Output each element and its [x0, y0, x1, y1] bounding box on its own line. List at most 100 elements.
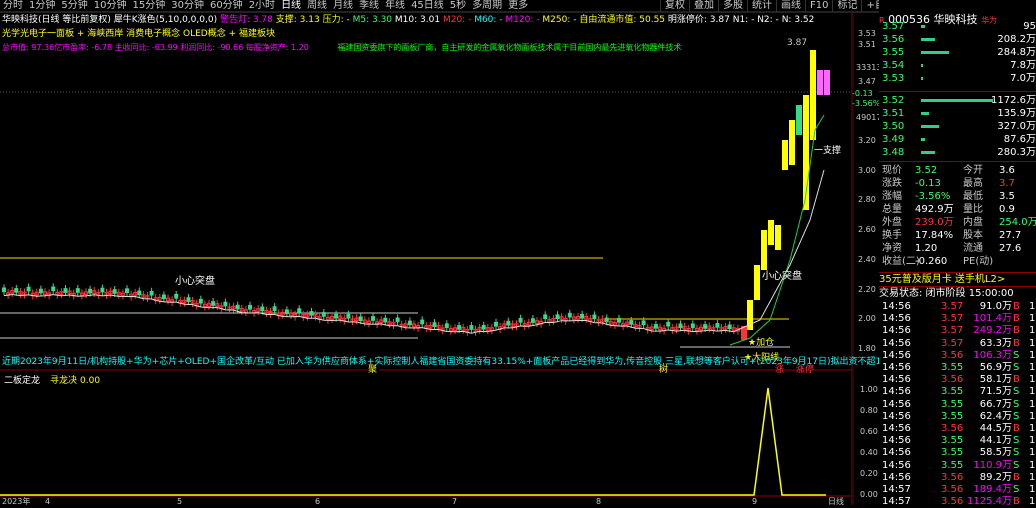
tick-price: 3.57 [941, 301, 964, 312]
bid-volume: 1172.6万 [991, 95, 1036, 106]
tick-volume: 1125.4万 [967, 496, 1012, 508]
tick-count: 1 [1029, 484, 1036, 495]
label-xiaoxin-1: 小心突盘 [175, 274, 215, 287]
stat-value: 3.5 [999, 191, 1015, 202]
tick-direction: B [1013, 423, 1020, 434]
bid-row: 3.52 1172.6万 [879, 94, 1036, 107]
indicator-name: 犀牛K涨色(5,10,0,0,0,0) [113, 15, 218, 25]
x-axis-label: 9 [752, 497, 757, 505]
axis-pct: -0.13 [852, 89, 873, 98]
candle-body [321, 312, 326, 317]
tab-period[interactable]: 30分钟 [168, 0, 207, 12]
tick-time: 14:56 [882, 459, 911, 471]
kline-chart[interactable]: 小心突盘 小心突盘 一支撑 ★加仓 ★大阳线 3.87 聚 树 涨 涨停 近期2… [0, 0, 879, 505]
tick-count: 1 [1029, 362, 1036, 373]
tab-period[interactable]: 45日线 [408, 0, 447, 12]
tab-period[interactable]: 60分钟 [207, 0, 246, 12]
vol-axis-label: 1.00 [860, 385, 878, 394]
stat-value: 239.0万 [915, 217, 954, 228]
candle-body [641, 320, 646, 326]
tab-period[interactable]: 15分钟 [129, 0, 168, 12]
candle-body [63, 288, 68, 293]
stat-row: 外盘 239.0万 内盘 254.0万 [879, 216, 1036, 229]
vol-axis-label: 0.40 [860, 448, 878, 457]
stat-value: 27.7 [999, 230, 1022, 241]
tick-row: 14:56 3.55 44.1万 S 1 [879, 434, 1036, 447]
bid-price: 3.52 [882, 95, 905, 106]
sub-indicator-name: 二板定龙 [4, 374, 40, 386]
candle-body [125, 288, 129, 294]
x-axis-label: 2023年 [2, 496, 30, 505]
tick-row: 14:56 3.56 106.3万 S 1 [879, 349, 1036, 362]
candle-body [432, 322, 437, 327]
bid-volume: 280.3万 [997, 147, 1036, 158]
vol-axis-label: 0.80 [860, 406, 878, 415]
toolbar-stats-button[interactable]: 统计 [747, 0, 776, 12]
tab-period[interactable]: 月线 [330, 0, 356, 12]
tab-period[interactable]: 10分钟 [91, 0, 130, 12]
toolbar-overlay-button[interactable]: 叠加 [689, 0, 718, 12]
m250-value: M250: - [542, 15, 577, 25]
stat-value: 3.6 [999, 165, 1015, 176]
sub-indicator-label: 寻龙决 [50, 374, 77, 386]
toolbar-fuquan-button[interactable]: 复权 [660, 0, 689, 12]
tab-period[interactable]: 5分钟 [58, 0, 90, 12]
tick-volume: 58.5万 [979, 447, 1012, 459]
tick-count: 1 [1029, 447, 1036, 459]
tab-period[interactable]: 5秒 [447, 0, 469, 12]
tick-price: 3.56 [941, 374, 964, 386]
axis-label: 3.00 [858, 166, 876, 175]
toolbar-f10-button[interactable]: F10 [805, 0, 832, 12]
n2-value: N2: - [757, 15, 779, 25]
tab-period[interactable]: 多周期 [469, 0, 505, 12]
toolbar-mark-button[interactable]: 标记 [832, 0, 861, 12]
candle-body [272, 306, 277, 311]
candle-body [358, 316, 363, 322]
bid-bar [921, 112, 929, 115]
tick-direction: S [1013, 362, 1020, 373]
toolbar-multi-button[interactable]: 多股 [718, 0, 747, 12]
tick-row: 14:56 3.55 110.9万 S 1 [879, 459, 1036, 472]
stat-value: -3.56% [915, 191, 951, 202]
stat-row: 涨跌 -0.13 最高 3.7 [879, 177, 1036, 190]
tick-direction: S [1013, 447, 1020, 459]
label-jiacang: ★加仓 [748, 336, 774, 348]
candle-body [604, 317, 609, 323]
candle-body [14, 288, 19, 293]
corner-label: 日线 [828, 496, 844, 505]
tab-period-active[interactable]: 日线 [278, 0, 304, 12]
candle-body [100, 287, 105, 293]
candle-body [796, 105, 802, 135]
stat-value: -0.13 [915, 178, 941, 189]
tick-count: 1 [1029, 301, 1036, 312]
tab-period[interactable]: 分时 [0, 0, 26, 12]
tab-period[interactable]: 季线 [356, 0, 382, 12]
concept-line: 光学光电子一面板 + 海峡西岸 消费电子概念 OLED概念 + 福建板块 [2, 29, 275, 39]
vol-axis-label: 0.00 [860, 490, 878, 499]
tick-count: 1 [1029, 325, 1036, 337]
axis-label: 3.20 [858, 136, 876, 145]
candle-body [395, 317, 400, 323]
x-axis-label: 5 [177, 497, 182, 505]
candle-body [346, 313, 351, 319]
tick-count: 1 [1029, 423, 1036, 434]
tab-period[interactable]: 1分钟 [26, 0, 58, 12]
tab-period[interactable]: 周线 [304, 0, 330, 12]
tab-period[interactable]: 2小时 [246, 0, 278, 12]
candle-body [26, 286, 31, 292]
tick-time: 14:56 [882, 337, 911, 349]
candle-body [666, 321, 671, 327]
tick-volume: 44.1万 [979, 435, 1012, 447]
tick-price: 3.55 [941, 435, 964, 447]
tick-time: 14:56 [882, 410, 911, 422]
toolbar-draw-button[interactable]: 画线 [776, 0, 805, 12]
promo-link[interactable]: 35元普及版月卡 送手机L2> [879, 272, 1036, 286]
stat-label: 净资 [882, 243, 902, 254]
candle-body [444, 323, 449, 329]
m60-value: M60: - [474, 15, 503, 25]
tab-period[interactable]: 更多 [505, 0, 531, 12]
tab-period[interactable]: 年线 [382, 0, 408, 12]
bid-volume: 135.9万 [997, 108, 1036, 119]
axis-label: 3.47 [858, 77, 876, 86]
free-cap: 自由流通市值: 50.55 [579, 15, 666, 25]
